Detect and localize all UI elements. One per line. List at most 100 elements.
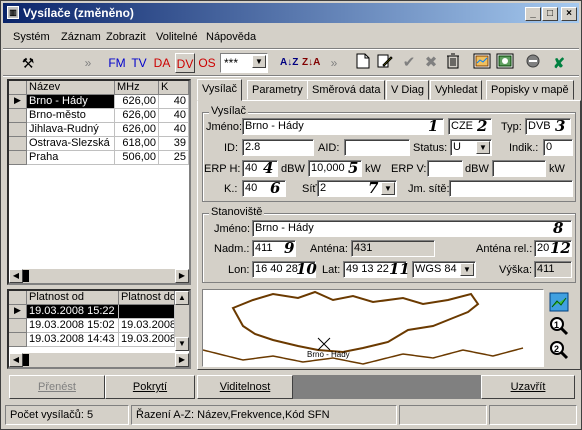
column-header-k[interactable]: K xyxy=(159,81,189,95)
menu-zaznam[interactable]: Záznam xyxy=(61,31,101,43)
channel-cell[interactable]: 40 xyxy=(159,95,189,109)
tools-icon[interactable]: ⚒ xyxy=(17,53,39,73)
validity-horizontal-scrollbar[interactable]: ◀ ▶ xyxy=(9,353,189,367)
row-indicator[interactable] xyxy=(9,137,27,151)
edit-icon[interactable] xyxy=(375,53,395,73)
scroll-down-icon[interactable]: ▼ xyxy=(175,337,189,351)
menu-system[interactable]: Systém xyxy=(13,31,50,43)
tab-smerova-data[interactable]: Směrová data xyxy=(307,80,386,100)
stop-icon[interactable] xyxy=(523,53,543,73)
filter-fm-button[interactable]: FM xyxy=(107,53,127,73)
delete-icon[interactable] xyxy=(443,53,463,73)
menu-volitelne[interactable]: Volitelné xyxy=(156,31,198,43)
sort-za-icon[interactable]: Z↓A xyxy=(302,53,320,73)
close-window-button[interactable]: Uzavřít xyxy=(481,375,575,399)
valid-from-cell[interactable]: 19.03.2008 14:43 xyxy=(27,333,119,347)
scroll-thumb[interactable] xyxy=(23,354,29,366)
network-name-input[interactable] xyxy=(449,180,573,197)
column-header-name[interactable]: Název xyxy=(27,81,115,95)
tab-parametry[interactable]: Parametry xyxy=(247,80,308,100)
map-view[interactable]: Brno - Hády xyxy=(202,289,544,367)
filter-tv-button[interactable]: TV xyxy=(129,53,149,73)
id-input[interactable]: 2.8 xyxy=(242,139,314,156)
map-icon[interactable] xyxy=(472,53,492,73)
map-layers-icon[interactable] xyxy=(548,291,570,313)
row-indicator[interactable] xyxy=(9,109,27,123)
filter-da-button[interactable]: DA xyxy=(151,53,173,73)
indik-input[interactable]: 0 xyxy=(543,139,573,156)
scroll-thumb[interactable] xyxy=(23,270,29,282)
new-icon[interactable] xyxy=(353,53,373,73)
valid-to-cell[interactable]: 19.03.2008 xyxy=(119,319,175,333)
valid-to-cell[interactable]: 19.03.2008 xyxy=(119,333,175,347)
row-indicator[interactable] xyxy=(9,333,27,347)
scroll-left-icon[interactable]: ◀ xyxy=(9,269,23,283)
menu-zobrazit[interactable]: Zobrazit xyxy=(106,31,146,43)
row-indicator[interactable]: ▶ xyxy=(9,95,27,109)
transmitter-name-cell[interactable]: Brno-město xyxy=(27,109,115,123)
channel-cell[interactable]: 40 xyxy=(159,123,189,137)
transmitter-name-cell[interactable]: Jihlava-Rudný xyxy=(27,123,115,137)
chevron-down-icon[interactable]: ▼ xyxy=(252,55,266,68)
zoom-out-icon[interactable]: 2 xyxy=(548,339,570,361)
row-indicator[interactable] xyxy=(9,123,27,137)
sort-az-icon[interactable]: A↓Z xyxy=(280,53,298,73)
scroll-up-icon[interactable]: ▲ xyxy=(175,291,189,305)
close-button[interactable]: × xyxy=(561,7,577,21)
horizontal-scrollbar[interactable]: ◀ ▶ xyxy=(9,269,189,283)
row-indicator[interactable]: ▶ xyxy=(9,305,27,319)
frequency-cell[interactable]: 506,00 xyxy=(115,151,159,165)
transmitter-list[interactable]: Název MHz K ▶ Brno - Hády 626,00 40 Brno-měs… xyxy=(7,79,191,285)
erp-v-kw-input[interactable] xyxy=(492,160,546,177)
valid-to-cell[interactable] xyxy=(119,305,175,319)
scroll-right-icon[interactable]: ▶ xyxy=(175,353,189,367)
transmitter-name-input[interactable]: Brno - Hády xyxy=(242,118,444,135)
row-indicator[interactable] xyxy=(9,319,27,333)
tab-vysilac[interactable]: Vysílač xyxy=(197,79,243,101)
chevron-down-icon[interactable]: ▼ xyxy=(460,263,474,276)
column-header-valid-from[interactable]: Platnost od xyxy=(27,291,119,305)
title-bar[interactable]: ▥ Vysílače (změněno) _ □ × xyxy=(3,3,579,23)
export-icon[interactable] xyxy=(495,53,515,73)
toolbar-chevron-1[interactable]: » xyxy=(83,53,93,73)
zoom-in-icon[interactable]: 1 xyxy=(548,315,570,337)
frequency-cell[interactable]: 626,00 xyxy=(115,123,159,137)
transmitter-name-cell[interactable]: Brno - Hády xyxy=(27,95,115,109)
confirm-icon[interactable]: ✔ xyxy=(399,53,419,73)
column-header-valid-to[interactable]: Platnost do xyxy=(119,291,175,305)
channel-cell[interactable]: 39 xyxy=(159,137,189,151)
frequency-cell[interactable]: 626,00 xyxy=(115,95,159,109)
transmitter-name-cell[interactable]: Praha xyxy=(27,151,115,165)
tab-v-diag[interactable]: V Diag xyxy=(386,80,430,100)
transmitter-name-cell[interactable]: Ostrava-Slezská xyxy=(27,137,115,151)
menu-napoveda[interactable]: Nápověda xyxy=(206,31,256,43)
validity-list[interactable]: Platnost od Platnost do ▶ 19.03.2008 15:2… xyxy=(7,289,191,369)
coverage-button[interactable]: Pokrytí xyxy=(105,375,195,399)
cancel-icon[interactable]: ✖ xyxy=(421,53,441,73)
minimize-button[interactable]: _ xyxy=(525,7,541,21)
valid-from-cell[interactable]: 19.03.2008 15:02 xyxy=(27,319,119,333)
datum-select[interactable]: WGS 84 ▼ xyxy=(412,261,476,278)
filter-dv-button[interactable]: DV xyxy=(175,53,195,73)
site-name-input[interactable]: Brno - Hády xyxy=(252,220,572,237)
tab-popisky-v-mape[interactable]: Popisky v mapě xyxy=(486,80,574,100)
aid-input[interactable] xyxy=(344,139,410,156)
visibility-button[interactable]: Viditelnost xyxy=(197,375,293,399)
maximize-button[interactable]: □ xyxy=(542,7,558,21)
channel-cell[interactable]: 40 xyxy=(159,109,189,123)
erp-v-dbw-input[interactable] xyxy=(427,160,463,177)
filter-os-button[interactable]: OS xyxy=(197,53,217,73)
filter-combo[interactable]: *** ▼ xyxy=(220,53,268,73)
vertical-scrollbar[interactable]: ▲ ▼ xyxy=(175,291,189,351)
column-header-mhz[interactable]: MHz xyxy=(115,81,159,95)
scroll-left-icon[interactable]: ◀ xyxy=(9,353,23,367)
frequency-cell[interactable]: 618,00 xyxy=(115,137,159,151)
network-select[interactable]: 2 ▼ xyxy=(317,180,397,197)
toolbar-chevron-2[interactable]: » xyxy=(329,53,339,73)
frequency-cell[interactable]: 626,00 xyxy=(115,109,159,123)
tab-vyhledat[interactable]: Vyhledat xyxy=(430,80,483,100)
excel-icon[interactable]: ✘ xyxy=(549,53,569,73)
valid-from-cell[interactable]: 19.03.2008 15:22 xyxy=(27,305,119,319)
scroll-right-icon[interactable]: ▶ xyxy=(175,269,189,283)
chevron-down-icon[interactable]: ▼ xyxy=(476,141,490,154)
